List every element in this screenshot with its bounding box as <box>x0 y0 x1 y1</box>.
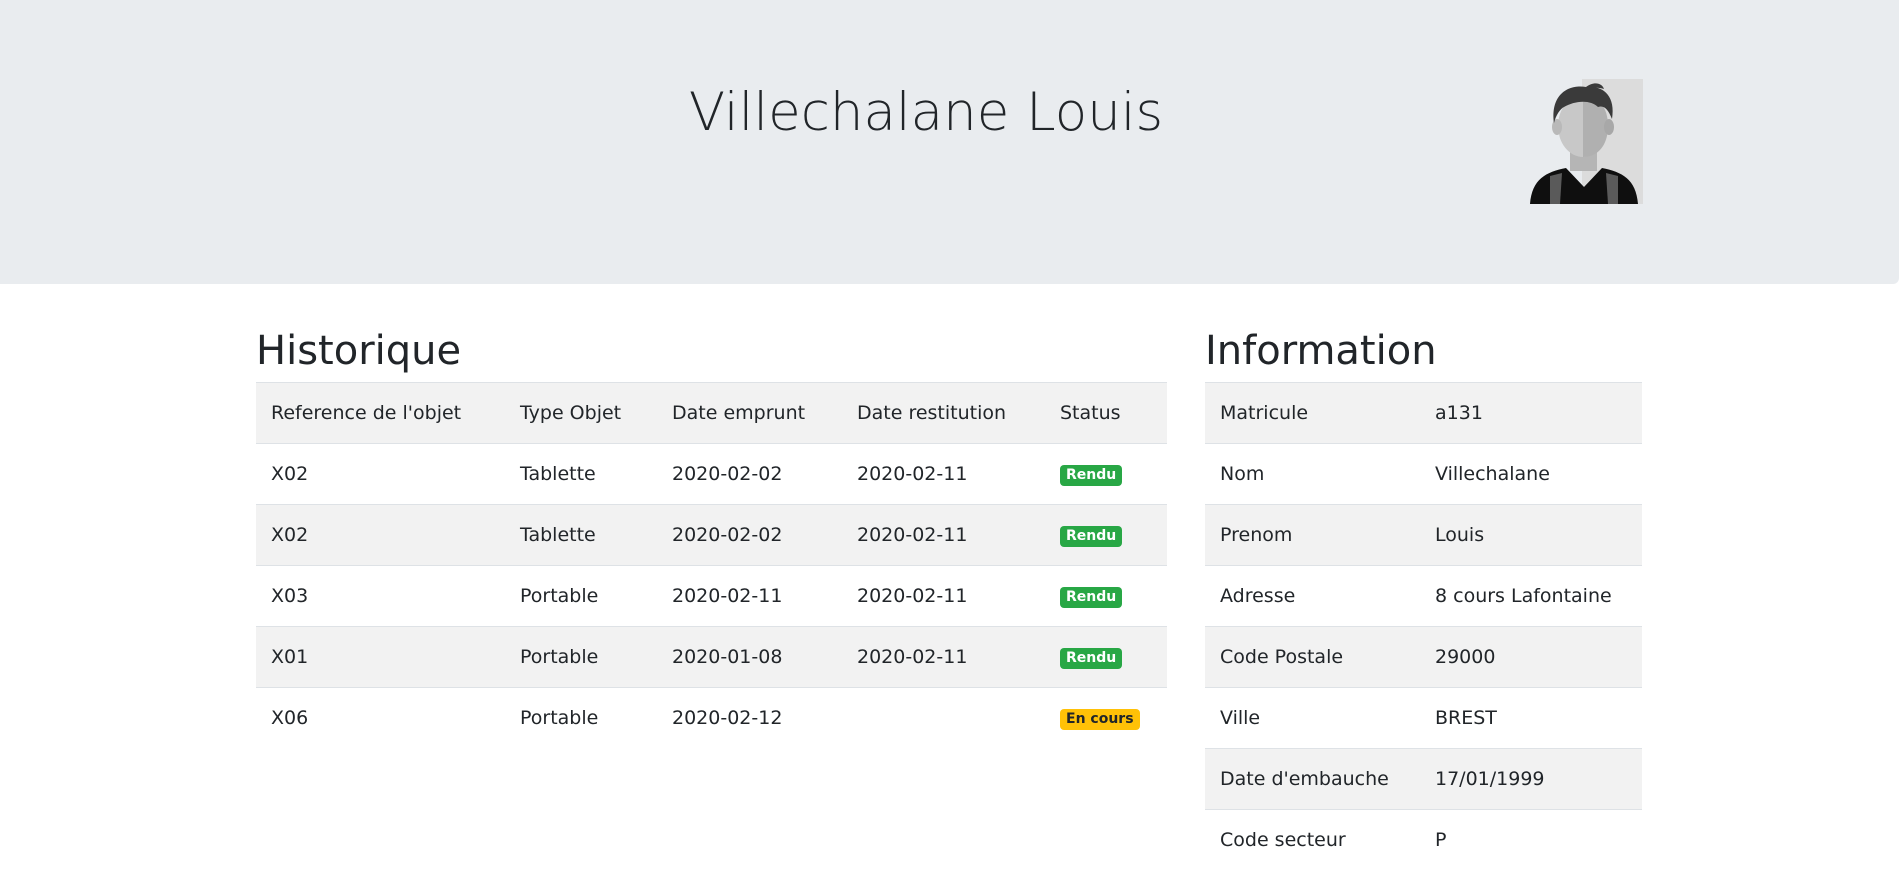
cell-type: Portable <box>505 626 657 688</box>
cell-type: Tablette <box>505 504 657 566</box>
cell-type: Portable <box>505 565 657 627</box>
info-label: Code secteur <box>1205 809 1420 871</box>
info-row-code-postale: Code Postale 29000 <box>1205 626 1642 688</box>
historique-title: Historique <box>256 328 462 374</box>
info-row-nom: Nom Villechalane <box>1205 443 1642 505</box>
info-row-date-embauche: Date d'embauche 17/01/1999 <box>1205 748 1642 810</box>
table-row: X01 Portable 2020-01-08 2020-02-11 Rendu <box>256 626 1167 688</box>
cell-date-emprunt: 2020-02-11 <box>657 565 842 627</box>
info-label: Ville <box>1205 687 1420 749</box>
cell-reference: X02 <box>256 504 505 566</box>
historique-table: Reference de l'objet Type Objet Date emp… <box>256 382 1167 749</box>
info-label: Prenom <box>1205 504 1420 566</box>
info-value: P <box>1420 809 1642 871</box>
info-row-ville: Ville BREST <box>1205 687 1642 749</box>
column-header-date-emprunt: Date emprunt <box>657 382 842 444</box>
information-table: Matricule a131 Nom Villechalane Prenom L… <box>1205 382 1642 871</box>
cell-status: Rendu <box>1045 504 1167 566</box>
user-avatar-icon <box>1530 79 1643 204</box>
info-value: a131 <box>1420 382 1642 444</box>
cell-date-restitution: 2020-02-11 <box>842 626 1045 688</box>
info-value: 29000 <box>1420 626 1642 688</box>
cell-date-emprunt: 2020-01-08 <box>657 626 842 688</box>
cell-date-restitution: 2020-02-11 <box>842 443 1045 505</box>
profile-header: Villechalane Louis <box>0 0 1899 284</box>
column-header-reference: Reference de l'objet <box>256 382 505 444</box>
info-value: Villechalane <box>1420 443 1642 505</box>
info-row-code-secteur: Code secteur P <box>1205 809 1642 871</box>
info-value: BREST <box>1420 687 1642 749</box>
info-label: Date d'embauche <box>1205 748 1420 810</box>
table-row: X02 Tablette 2020-02-02 2020-02-11 Rendu <box>256 443 1167 505</box>
cell-date-emprunt: 2020-02-02 <box>657 443 842 505</box>
column-header-date-restitution: Date restitution <box>842 382 1045 444</box>
column-header-status: Status <box>1045 382 1167 444</box>
cell-date-emprunt: 2020-02-12 <box>657 687 842 749</box>
cell-date-restitution <box>842 687 1045 749</box>
table-row: X02 Tablette 2020-02-02 2020-02-11 Rendu <box>256 504 1167 566</box>
cell-date-restitution: 2020-02-11 <box>842 565 1045 627</box>
cell-reference: X02 <box>256 443 505 505</box>
status-badge: Rendu <box>1060 526 1123 547</box>
table-row: X03 Portable 2020-02-11 2020-02-11 Rendu <box>256 565 1167 627</box>
status-badge: En cours <box>1060 709 1140 731</box>
cell-status: Rendu <box>1045 565 1167 627</box>
cell-status: Rendu <box>1045 626 1167 688</box>
info-value: 8 cours Lafontaine <box>1420 565 1642 627</box>
cell-date-restitution: 2020-02-11 <box>842 504 1045 566</box>
cell-date-emprunt: 2020-02-02 <box>657 504 842 566</box>
info-label: Code Postale <box>1205 626 1420 688</box>
cell-type: Tablette <box>505 443 657 505</box>
table-header-row: Reference de l'objet Type Objet Date emp… <box>256 382 1167 444</box>
table-row: X06 Portable 2020-02-12 En cours <box>256 687 1167 749</box>
info-label: Adresse <box>1205 565 1420 627</box>
cell-status: Rendu <box>1045 443 1167 505</box>
information-title: Information <box>1205 328 1437 374</box>
info-row-adresse: Adresse 8 cours Lafontaine <box>1205 565 1642 627</box>
status-badge: Rendu <box>1060 465 1123 486</box>
cell-reference: X06 <box>256 687 505 749</box>
cell-type: Portable <box>505 687 657 749</box>
column-header-type: Type Objet <box>505 382 657 444</box>
info-row-prenom: Prenom Louis <box>1205 504 1642 566</box>
info-row-matricule: Matricule a131 <box>1205 382 1642 444</box>
info-value: 17/01/1999 <box>1420 748 1642 810</box>
status-badge: Rendu <box>1060 587 1123 608</box>
cell-reference: X03 <box>256 565 505 627</box>
info-label: Matricule <box>1205 382 1420 444</box>
cell-reference: X01 <box>256 626 505 688</box>
cell-status: En cours <box>1045 687 1167 749</box>
info-value: Louis <box>1420 504 1642 566</box>
info-label: Nom <box>1205 443 1420 505</box>
status-badge: Rendu <box>1060 648 1123 669</box>
